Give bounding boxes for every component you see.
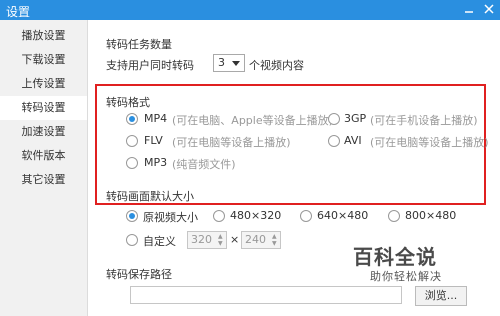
format-mp3-radio[interactable] bbox=[126, 157, 138, 169]
tasks-suffix: 个视频内容 bbox=[249, 59, 304, 72]
format-3gp-radio[interactable] bbox=[328, 113, 340, 125]
path-heading: 转码保存路径 bbox=[106, 268, 172, 281]
sidebar-item-download[interactable]: 下载设置 bbox=[0, 48, 87, 72]
spinner-icon[interactable]: ▲ ▼ bbox=[218, 233, 224, 247]
sidebar-item-acceleration[interactable]: 加速设置 bbox=[0, 120, 87, 144]
size-custom-label[interactable]: 自定义 bbox=[143, 233, 176, 249]
size-original-label[interactable]: 原视频大小 bbox=[143, 209, 198, 225]
tasks-heading: 转码任务数量 bbox=[106, 38, 172, 51]
sidebar: 播放设置 下载设置 上传设置 转码设置 加速设置 软件版本 其它设置 bbox=[0, 20, 88, 316]
browse-button[interactable]: 浏览... bbox=[415, 286, 467, 306]
size-heading: 转码画面默认大小 bbox=[106, 190, 194, 203]
size-640x480-label[interactable]: 640×480 bbox=[317, 209, 368, 222]
save-path-input[interactable] bbox=[130, 286, 402, 304]
sidebar-item-version[interactable]: 软件版本 bbox=[0, 144, 87, 168]
task-count-select[interactable]: 3 bbox=[213, 54, 245, 72]
format-avi-desc: (可在电脑等设备上播放) bbox=[370, 136, 489, 149]
size-800x480-radio[interactable] bbox=[388, 210, 400, 222]
format-avi-radio[interactable] bbox=[328, 135, 340, 147]
custom-width-input[interactable]: 320 ▲ ▼ bbox=[187, 231, 227, 249]
format-3gp-name[interactable]: 3GP bbox=[344, 112, 366, 125]
times-sign: × bbox=[230, 233, 240, 246]
sidebar-item-other[interactable]: 其它设置 bbox=[0, 168, 87, 192]
format-flv-name[interactable]: FLV bbox=[144, 134, 163, 147]
custom-width-value: 320 bbox=[191, 233, 212, 246]
spinner-icon[interactable]: ▲ ▼ bbox=[272, 233, 278, 247]
close-icon[interactable] bbox=[482, 2, 496, 16]
format-mp3-name[interactable]: MP3 bbox=[144, 156, 167, 169]
minimize-icon[interactable] bbox=[462, 2, 476, 16]
sidebar-item-playback[interactable]: 播放设置 bbox=[0, 24, 87, 48]
format-mp4-name[interactable]: MP4 bbox=[144, 112, 167, 125]
window-title: 设置 bbox=[6, 5, 31, 19]
format-flv-desc: (可在电脑等设备上播放) bbox=[172, 136, 291, 149]
format-flv-radio[interactable] bbox=[126, 135, 138, 147]
size-480x320-radio[interactable] bbox=[213, 210, 225, 222]
tasks-prefix: 支持用户同时转码 bbox=[106, 59, 194, 72]
size-custom-radio[interactable] bbox=[126, 234, 138, 246]
format-mp4-desc: (可在电脑、Apple等设备上播放) bbox=[172, 114, 333, 127]
size-480x320-label[interactable]: 480×320 bbox=[230, 209, 281, 222]
format-mp3-desc: (纯音频文件) bbox=[172, 158, 236, 171]
size-640x480-radio[interactable] bbox=[300, 210, 312, 222]
size-original-radio[interactable] bbox=[126, 210, 138, 222]
format-mp4-radio[interactable] bbox=[126, 113, 138, 125]
size-800x480-label[interactable]: 800×480 bbox=[405, 209, 456, 222]
sidebar-item-upload[interactable]: 上传设置 bbox=[0, 72, 87, 96]
watermark-title: 百科全说 bbox=[353, 245, 437, 269]
custom-height-value: 240 bbox=[245, 233, 266, 246]
custom-height-input[interactable]: 240 ▲ ▼ bbox=[241, 231, 281, 249]
format-avi-name[interactable]: AVI bbox=[344, 134, 362, 147]
sidebar-item-transcode[interactable]: 转码设置 bbox=[0, 96, 87, 120]
format-heading: 转码格式 bbox=[106, 96, 150, 109]
task-count-value: 3 bbox=[218, 56, 225, 69]
chevron-down-icon bbox=[232, 61, 240, 66]
title-bar: 设置 bbox=[0, 0, 500, 20]
watermark-subtitle: 助你轻松解决 bbox=[370, 270, 442, 283]
format-3gp-desc: (可在手机设备上播放) bbox=[370, 114, 478, 127]
